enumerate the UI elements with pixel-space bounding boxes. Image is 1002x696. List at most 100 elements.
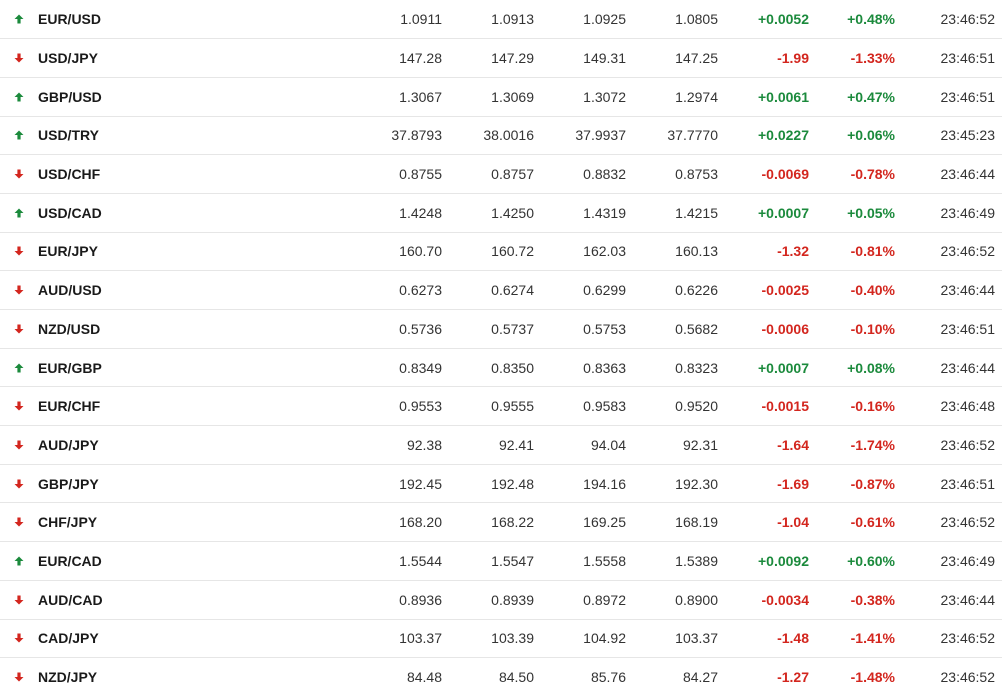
arrow-down-icon — [0, 619, 38, 658]
last-price: 84.48 — [406, 669, 442, 686]
percent-change: +0.48% — [847, 11, 895, 28]
update-time: 23:45:23 — [940, 127, 996, 144]
table-row[interactable]: AUD/CAD 0.8936 0.8939 0.8972 0.8900 -0.0… — [0, 580, 1002, 619]
arrow-down-icon — [0, 39, 38, 78]
currency-pair-symbol[interactable]: EUR/USD — [38, 0, 250, 39]
update-time: 23:46:44 — [940, 359, 996, 376]
currency-pair-symbol[interactable]: AUD/USD — [38, 271, 250, 310]
price-change: +0.0007 — [758, 359, 809, 376]
percent-change: +0.08% — [847, 359, 895, 376]
ask-price: 0.8757 — [491, 166, 534, 183]
ask-price: 1.3069 — [491, 88, 534, 105]
currency-pair-symbol[interactable]: USD/JPY — [38, 39, 250, 78]
low-price: 37.7770 — [667, 127, 718, 144]
last-price: 168.20 — [399, 514, 442, 531]
table-row[interactable]: USD/TRY 37.8793 38.0016 37.9937 37.7770 … — [0, 116, 1002, 155]
price-change: +0.0052 — [758, 11, 809, 28]
low-price: 0.8323 — [675, 359, 718, 376]
arrow-down-icon — [0, 580, 38, 619]
last-price: 0.5736 — [399, 320, 442, 337]
currency-pair-symbol[interactable]: USD/CHF — [38, 155, 250, 194]
high-price: 85.76 — [590, 669, 626, 686]
table-row[interactable]: AUD/USD 0.6273 0.6274 0.6299 0.6226 -0.0… — [0, 270, 1002, 310]
table-row[interactable]: GBP/USD 1.3067 1.3069 1.3072 1.2974 +0.0… — [0, 77, 1002, 116]
currency-pair-symbol[interactable]: CAD/JPY — [38, 619, 250, 658]
table-row[interactable]: USD/CAD 1.4248 1.4250 1.4319 1.4215 +0.0… — [0, 193, 1002, 232]
currency-pair-symbol[interactable]: CHF/JPY — [38, 503, 250, 542]
last-price: 103.37 — [399, 630, 442, 647]
percent-change: +0.05% — [847, 204, 895, 221]
currency-pair-symbol[interactable]: NZD/JPY — [38, 658, 250, 696]
currency-pair-symbol[interactable]: EUR/GBP — [38, 348, 250, 387]
table-row[interactable]: EUR/GBP 0.8349 0.8350 0.8363 0.8323 +0.0… — [0, 348, 1002, 387]
low-price: 168.19 — [675, 514, 718, 531]
last-price: 192.45 — [399, 475, 442, 492]
low-price: 192.30 — [675, 475, 718, 492]
price-change: +0.0007 — [758, 204, 809, 221]
percent-change: -0.40% — [850, 282, 895, 299]
update-time: 23:46:52 — [940, 630, 996, 647]
ask-price: 0.8350 — [491, 359, 534, 376]
last-price: 1.5544 — [399, 552, 442, 569]
table-row[interactable]: EUR/CHF 0.9553 0.9555 0.9583 0.9520 -0.0… — [0, 386, 1002, 426]
update-time: 23:46:52 — [940, 243, 996, 260]
table-row[interactable]: NZD/USD 0.5736 0.5737 0.5753 0.5682 -0.0… — [0, 309, 1002, 349]
last-price: 147.28 — [399, 50, 442, 67]
ask-price: 0.5737 — [491, 320, 534, 337]
ask-price: 0.6274 — [491, 282, 534, 299]
low-price: 147.25 — [675, 50, 718, 67]
arrow-down-icon — [0, 271, 38, 310]
update-time: 23:46:51 — [940, 475, 996, 492]
last-price: 0.8936 — [399, 591, 442, 608]
price-change: -0.0034 — [761, 591, 809, 608]
table-row[interactable]: USD/JPY 147.28 147.29 149.31 147.25 -1.9… — [0, 38, 1002, 78]
update-time: 23:46:52 — [940, 669, 996, 686]
high-price: 0.8832 — [583, 166, 626, 183]
price-change: -0.0006 — [761, 320, 809, 337]
currency-pair-symbol[interactable]: EUR/CAD — [38, 542, 250, 581]
high-price: 0.8972 — [583, 591, 626, 608]
currency-pair-symbol[interactable]: USD/TRY — [38, 116, 250, 155]
table-row[interactable]: EUR/USD 1.0911 1.0913 1.0925 1.0805 +0.0… — [0, 0, 1002, 39]
currency-rates-table: EUR/USD 1.0911 1.0913 1.0925 1.0805 +0.0… — [0, 0, 1002, 696]
high-price: 149.31 — [583, 50, 626, 67]
arrow-down-icon — [0, 155, 38, 194]
ask-price: 92.41 — [498, 436, 534, 453]
currency-pair-symbol[interactable]: USD/CAD — [38, 193, 250, 232]
table-row[interactable]: EUR/JPY 160.70 160.72 162.03 160.13 -1.3… — [0, 232, 1002, 271]
high-price: 0.5753 — [583, 320, 626, 337]
table-row[interactable]: CHF/JPY 168.20 168.22 169.25 168.19 -1.0… — [0, 502, 1002, 542]
table-row[interactable]: GBP/JPY 192.45 192.48 194.16 192.30 -1.6… — [0, 464, 1002, 503]
currency-pair-symbol[interactable]: AUD/CAD — [38, 580, 250, 619]
high-price: 0.8363 — [583, 359, 626, 376]
currency-pair-symbol[interactable]: GBP/USD — [38, 77, 250, 116]
currency-pair-symbol[interactable]: AUD/JPY — [38, 426, 250, 465]
ask-price: 103.39 — [491, 630, 534, 647]
currency-pair-symbol[interactable]: NZD/USD — [38, 310, 250, 349]
currency-pair-symbol[interactable]: EUR/JPY — [38, 232, 250, 271]
arrow-up-icon — [0, 542, 38, 581]
table-row[interactable]: AUD/JPY 92.38 92.41 94.04 92.31 -1.64 -1… — [0, 425, 1002, 465]
update-time: 23:46:49 — [940, 552, 996, 569]
arrow-up-icon — [0, 348, 38, 387]
percent-change: -0.38% — [850, 591, 895, 608]
last-price: 160.70 — [399, 243, 442, 260]
currency-rates-body: EUR/USD 1.0911 1.0913 1.0925 1.0805 +0.0… — [0, 0, 1002, 696]
low-price: 92.31 — [682, 436, 718, 453]
high-price: 37.9937 — [575, 127, 626, 144]
currency-pair-symbol[interactable]: GBP/JPY — [38, 464, 250, 503]
price-change: -1.32 — [777, 243, 809, 260]
low-price: 1.2974 — [675, 88, 718, 105]
table-row[interactable]: EUR/CAD 1.5544 1.5547 1.5558 1.5389 +0.0… — [0, 541, 1002, 581]
percent-change: -0.10% — [850, 320, 895, 337]
table-row[interactable]: CAD/JPY 103.37 103.39 104.92 103.37 -1.4… — [0, 619, 1002, 658]
ask-price: 1.0913 — [491, 11, 534, 28]
currency-pair-symbol[interactable]: EUR/CHF — [38, 387, 250, 426]
percent-change: -0.81% — [850, 243, 895, 260]
last-price: 92.38 — [406, 436, 442, 453]
ask-price: 1.5547 — [491, 552, 534, 569]
table-row[interactable]: USD/CHF 0.8755 0.8757 0.8832 0.8753 -0.0… — [0, 154, 1002, 194]
percent-change: +0.47% — [847, 88, 895, 105]
table-row[interactable]: NZD/JPY 84.48 84.50 85.76 84.27 -1.27 -1… — [0, 657, 1002, 696]
arrow-up-icon — [0, 116, 38, 155]
